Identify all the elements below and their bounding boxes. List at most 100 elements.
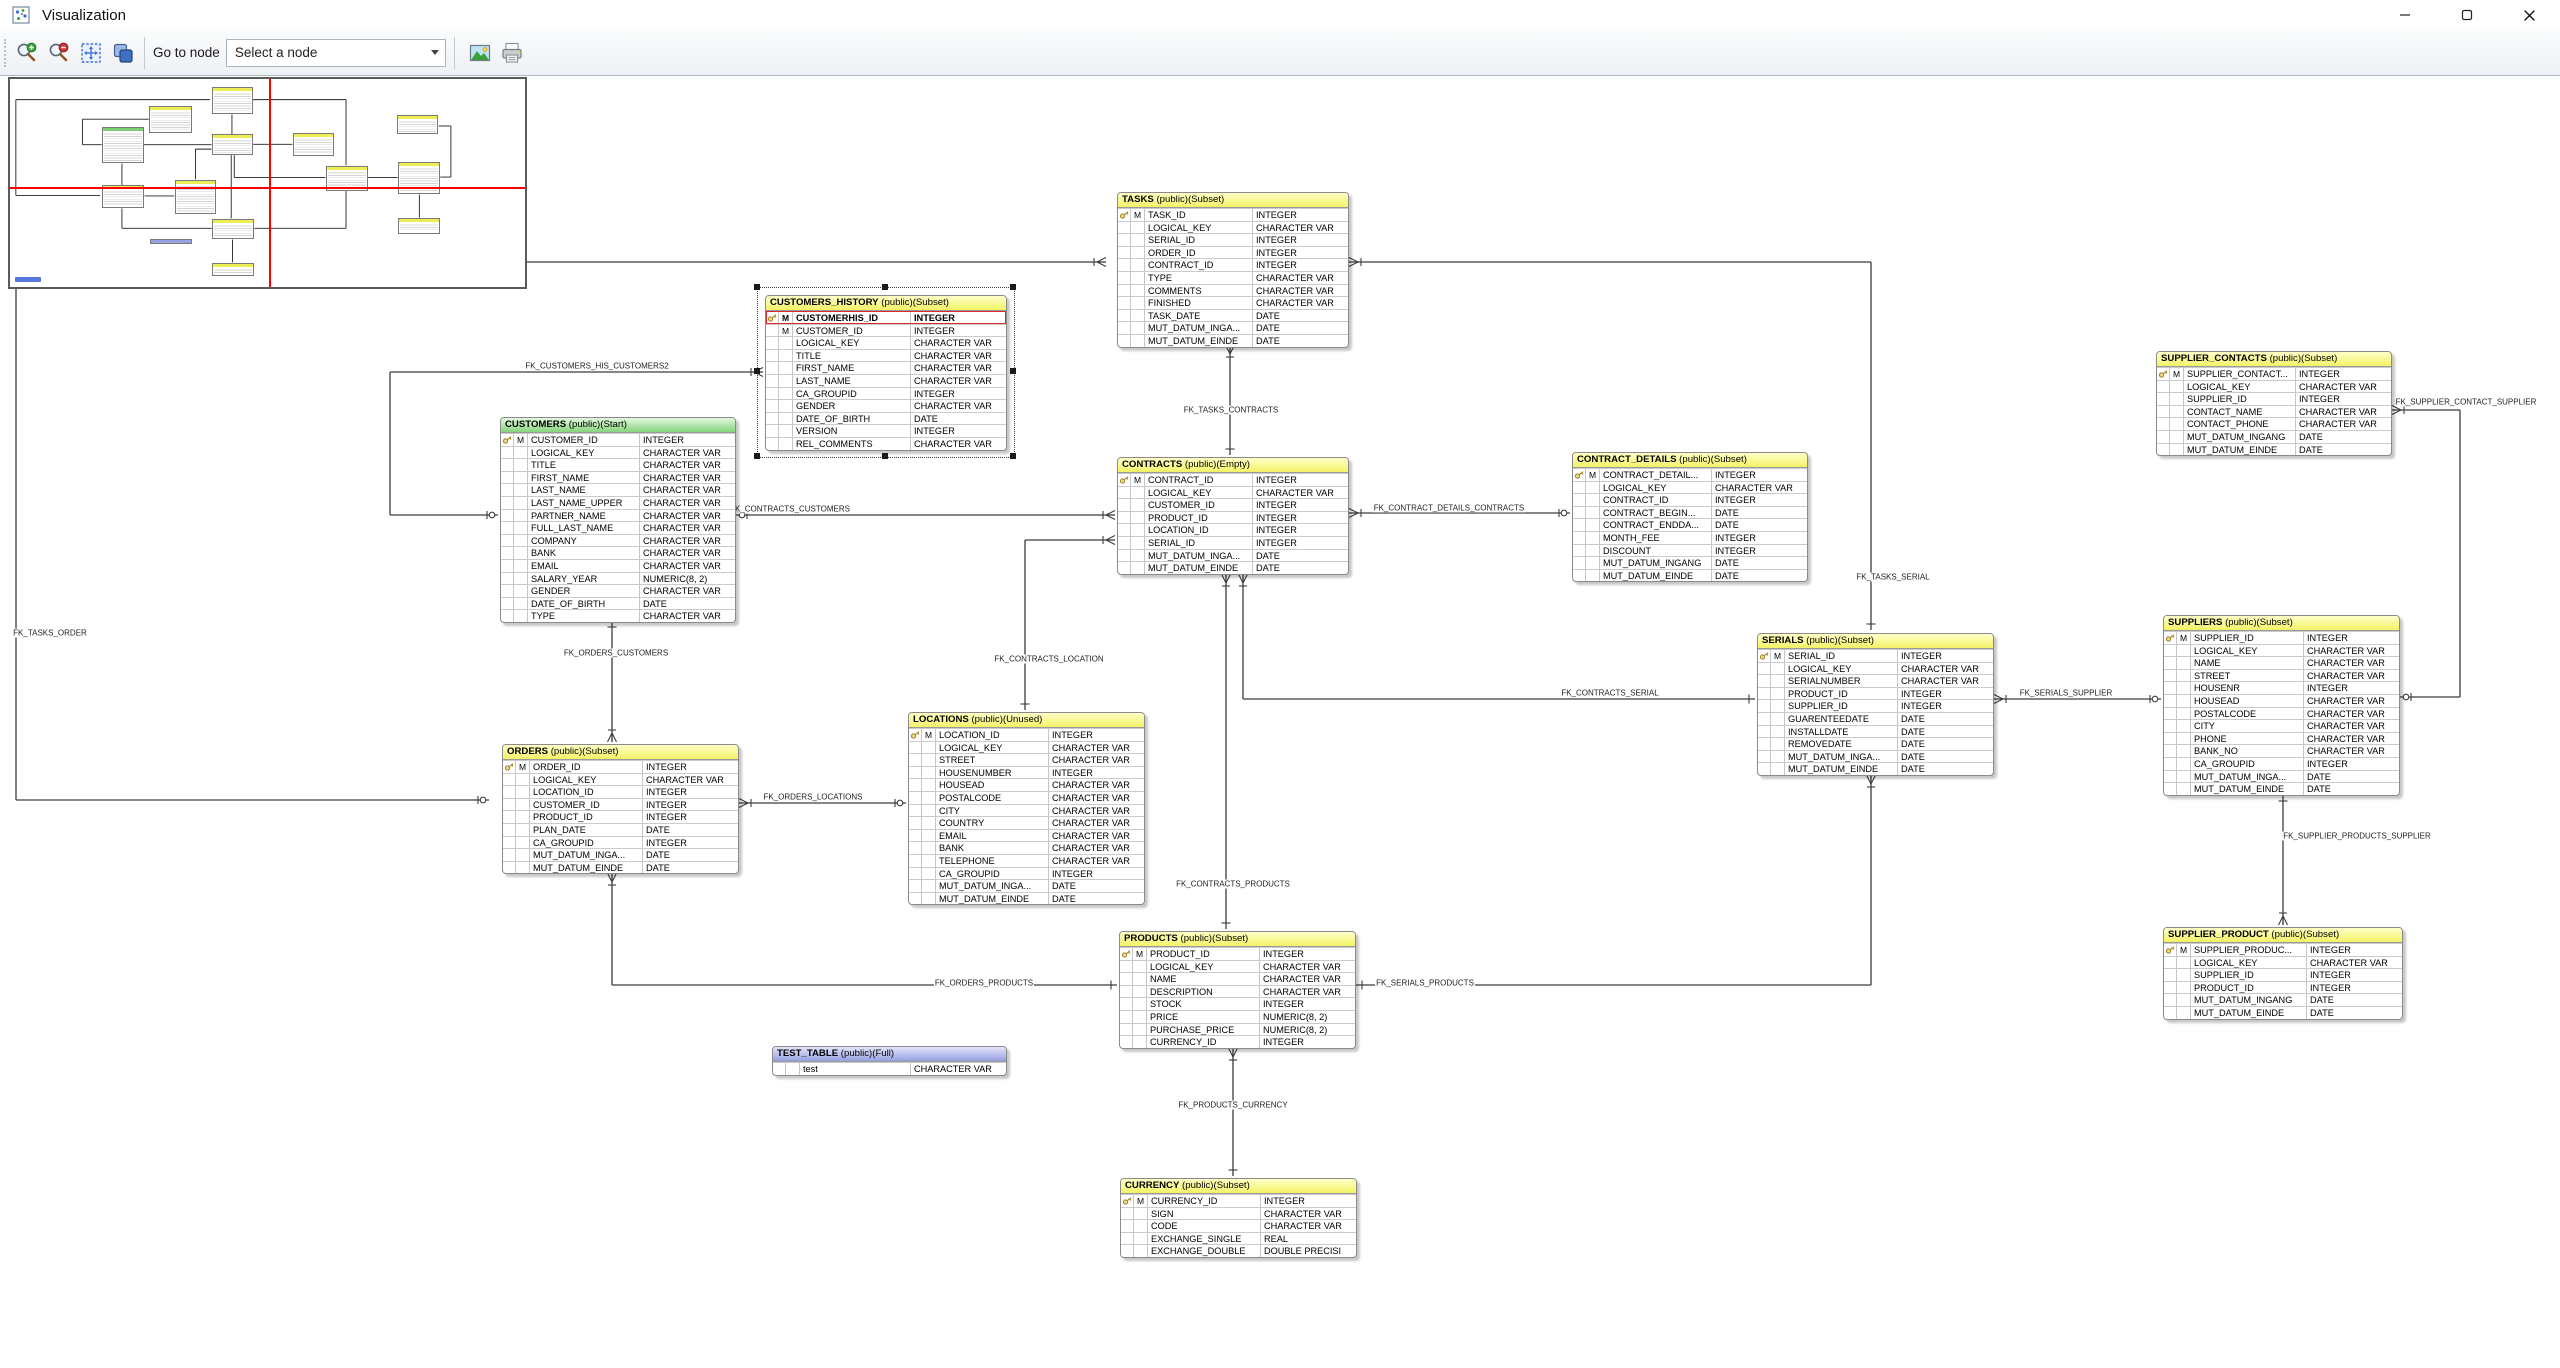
table-title-supplier_contacts[interactable]: SUPPLIER_CONTACTS (public)(Subset) <box>2157 352 2391 367</box>
column-row-products-STOCK[interactable]: STOCKINTEGER <box>1120 997 1355 1010</box>
selection-handle[interactable] <box>1010 284 1016 290</box>
table-title-orders[interactable]: ORDERS (public)(Subset) <box>503 745 738 760</box>
column-row-customers_history-GENDER[interactable]: GENDERCHARACTER VAR <box>766 399 1006 412</box>
column-row-customers_history-TITLE[interactable]: TITLECHARACTER VAR <box>766 349 1006 362</box>
column-row-suppliers-MUT_DATUM_EINDE[interactable]: MUT_DATUM_EINDEDATE <box>2164 782 2399 795</box>
column-row-orders-LOGICAL_KEY[interactable]: LOGICAL_KEYCHARACTER VAR <box>503 773 738 786</box>
column-row-contract_details-CONTRACT_ENDDA...[interactable]: CONTRACT_ENDDA...DATE <box>1573 518 1807 531</box>
column-row-locations-BANK[interactable]: BANKCHARACTER VAR <box>909 841 1144 854</box>
column-row-serials-LOGICAL_KEY[interactable]: LOGICAL_KEYCHARACTER VAR <box>1758 662 1993 675</box>
column-row-currency-CURRENCY_ID[interactable]: MCURRENCY_IDINTEGER <box>1121 1194 1356 1207</box>
column-row-suppliers-PHONE[interactable]: PHONECHARACTER VAR <box>2164 732 2399 745</box>
selection-handle[interactable] <box>754 368 760 374</box>
column-row-test_table-test[interactable]: testCHARACTER VAR <box>773 1062 1006 1075</box>
column-row-supplier_contacts-LOGICAL_KEY[interactable]: LOGICAL_KEYCHARACTER VAR <box>2157 380 2391 393</box>
column-row-suppliers-NAME[interactable]: NAMECHARACTER VAR <box>2164 656 2399 669</box>
column-row-contracts-MUT_DATUM_EINDE[interactable]: MUT_DATUM_EINDEDATE <box>1118 561 1348 574</box>
table-node-locations[interactable]: LOCATIONS (public)(Unused)MLOCATION_IDIN… <box>908 712 1145 905</box>
column-row-tasks-TASK_ID[interactable]: MTASK_IDINTEGER <box>1118 208 1348 221</box>
column-row-tasks-COMMENTS[interactable]: COMMENTSCHARACTER VAR <box>1118 284 1348 297</box>
column-row-contract_details-MUT_DATUM_EINDE[interactable]: MUT_DATUM_EINDEDATE <box>1573 569 1807 582</box>
table-title-serials[interactable]: SERIALS (public)(Subset) <box>1758 634 1993 649</box>
column-row-tasks-TYPE[interactable]: TYPECHARACTER VAR <box>1118 271 1348 284</box>
column-row-contract_details-DISCOUNT[interactable]: DISCOUNTINTEGER <box>1573 544 1807 557</box>
column-row-contract_details-MUT_DATUM_INGANG[interactable]: MUT_DATUM_INGANGDATE <box>1573 556 1807 569</box>
column-row-products-NAME[interactable]: NAMECHARACTER VAR <box>1120 972 1355 985</box>
column-row-suppliers-HOUSENR[interactable]: HOUSENRINTEGER <box>2164 681 2399 694</box>
column-row-supplier_product-MUT_DATUM_INGANG[interactable]: MUT_DATUM_INGANGDATE <box>2164 993 2402 1006</box>
column-row-customers-LAST_NAME_UPPER[interactable]: LAST_NAME_UPPERCHARACTER VAR <box>501 496 735 509</box>
column-row-suppliers-BANK_NO[interactable]: BANK_NOCHARACTER VAR <box>2164 744 2399 757</box>
column-row-supplier_contacts-MUT_DATUM_INGANG[interactable]: MUT_DATUM_INGANGDATE <box>2157 430 2391 443</box>
column-row-locations-EMAIL[interactable]: EMAILCHARACTER VAR <box>909 829 1144 842</box>
interactive-view-button[interactable] <box>110 40 136 66</box>
column-row-locations-MUT_DATUM_EINDE[interactable]: MUT_DATUM_EINDEDATE <box>909 892 1144 905</box>
node-selector-combobox[interactable]: Select a node <box>226 39 446 67</box>
fit-to-window-button[interactable] <box>78 40 104 66</box>
table-node-contracts[interactable]: CONTRACTS (public)(Empty)MCONTRACT_IDINT… <box>1117 457 1349 575</box>
column-row-customers_history-CUSTOMERHIS_ID[interactable]: MCUSTOMERHIS_IDINTEGER <box>766 311 1006 324</box>
column-row-tasks-TASK_DATE[interactable]: TASK_DATEDATE <box>1118 309 1348 322</box>
column-row-customers-BANK[interactable]: BANKCHARACTER VAR <box>501 546 735 559</box>
column-row-supplier_product-MUT_DATUM_EINDE[interactable]: MUT_DATUM_EINDEDATE <box>2164 1006 2402 1019</box>
column-row-serials-PRODUCT_ID[interactable]: PRODUCT_IDINTEGER <box>1758 687 1993 700</box>
column-row-supplier_contacts-CONTACT_PHONE[interactable]: CONTACT_PHONECHARACTER VAR <box>2157 417 2391 430</box>
column-row-customers-PARTNER_NAME[interactable]: PARTNER_NAMECHARACTER VAR <box>501 509 735 522</box>
column-row-orders-CUSTOMER_ID[interactable]: CUSTOMER_IDINTEGER <box>503 798 738 811</box>
column-row-products-PRODUCT_ID[interactable]: MPRODUCT_IDINTEGER <box>1120 947 1355 960</box>
column-row-suppliers-SUPPLIER_ID[interactable]: MSUPPLIER_IDINTEGER <box>2164 631 2399 644</box>
table-node-test_table[interactable]: TEST_TABLE (public)(Full)testCHARACTER V… <box>772 1046 1007 1076</box>
column-row-customers_history-VERSION[interactable]: VERSIONINTEGER <box>766 424 1006 437</box>
column-row-tasks-LOGICAL_KEY[interactable]: LOGICAL_KEYCHARACTER VAR <box>1118 221 1348 234</box>
column-row-currency-CODE[interactable]: CODECHARACTER VAR <box>1121 1219 1356 1232</box>
table-node-customers_history[interactable]: CUSTOMERS_HISTORY (public)(Subset)MCUSTO… <box>765 295 1007 451</box>
minimap-crosshair-vertical[interactable] <box>269 79 271 287</box>
column-row-locations-MUT_DATUM_INGA...[interactable]: MUT_DATUM_INGA...DATE <box>909 879 1144 892</box>
minimap-crosshair-horizontal[interactable] <box>10 187 525 189</box>
table-node-suppliers[interactable]: SUPPLIERS (public)(Subset)MSUPPLIER_IDIN… <box>2163 615 2400 796</box>
zoom-in-button[interactable] <box>14 40 40 66</box>
column-row-contract_details-CONTRACT_ID[interactable]: CONTRACT_IDINTEGER <box>1573 493 1807 506</box>
column-row-locations-STREET[interactable]: STREETCHARACTER VAR <box>909 753 1144 766</box>
column-row-customers-EMAIL[interactable]: EMAILCHARACTER VAR <box>501 559 735 572</box>
column-row-contract_details-CONTRACT_BEGIN...[interactable]: CONTRACT_BEGIN...DATE <box>1573 506 1807 519</box>
column-row-locations-COUNTRY[interactable]: COUNTRYCHARACTER VAR <box>909 816 1144 829</box>
column-row-products-PURCHASE_PRICE[interactable]: PURCHASE_PRICENUMERIC(8, 2) <box>1120 1023 1355 1036</box>
column-row-contracts-LOCATION_ID[interactable]: LOCATION_IDINTEGER <box>1118 523 1348 536</box>
table-node-currency[interactable]: CURRENCY (public)(Subset)MCURRENCY_IDINT… <box>1120 1178 1357 1258</box>
selection-handle[interactable] <box>882 453 888 459</box>
column-row-contracts-SERIAL_ID[interactable]: SERIAL_IDINTEGER <box>1118 536 1348 549</box>
column-row-suppliers-CA_GROUPID[interactable]: CA_GROUPIDINTEGER <box>2164 757 2399 770</box>
overview-minimap[interactable] <box>8 77 527 289</box>
column-row-customers-LAST_NAME[interactable]: LAST_NAMECHARACTER VAR <box>501 483 735 496</box>
table-title-currency[interactable]: CURRENCY (public)(Subset) <box>1121 1179 1356 1194</box>
table-node-supplier_product[interactable]: SUPPLIER_PRODUCT (public)(Subset)MSUPPLI… <box>2163 927 2403 1020</box>
column-row-supplier_product-SUPPLIER_ID[interactable]: SUPPLIER_IDINTEGER <box>2164 968 2402 981</box>
column-row-customers_history-LOGICAL_KEY[interactable]: LOGICAL_KEYCHARACTER VAR <box>766 336 1006 349</box>
toolbar-grip[interactable] <box>4 39 8 67</box>
column-row-serials-MUT_DATUM_EINDE[interactable]: MUT_DATUM_EINDEDATE <box>1758 762 1993 775</box>
column-row-supplier_contacts-SUPPLIER_CONTACT...[interactable]: MSUPPLIER_CONTACT...INTEGER <box>2157 367 2391 380</box>
column-row-locations-LOCATION_ID[interactable]: MLOCATION_IDINTEGER <box>909 728 1144 741</box>
column-row-serials-INSTALLDATE[interactable]: INSTALLDATEDATE <box>1758 725 1993 738</box>
selection-handle[interactable] <box>882 284 888 290</box>
selection-handle[interactable] <box>1010 453 1016 459</box>
column-row-supplier_contacts-SUPPLIER_ID[interactable]: SUPPLIER_IDINTEGER <box>2157 392 2391 405</box>
column-row-tasks-FINISHED[interactable]: FINISHEDCHARACTER VAR <box>1118 296 1348 309</box>
node-selector-arrow-button[interactable] <box>425 40 445 66</box>
column-row-currency-EXCHANGE_DOUBLE[interactable]: EXCHANGE_DOUBLEDOUBLE PRECISI <box>1121 1244 1356 1257</box>
column-row-locations-CITY[interactable]: CITYCHARACTER VAR <box>909 804 1144 817</box>
column-row-suppliers-HOUSEAD[interactable]: HOUSEADCHARACTER VAR <box>2164 694 2399 707</box>
column-row-orders-CA_GROUPID[interactable]: CA_GROUPIDINTEGER <box>503 836 738 849</box>
column-row-supplier_product-LOGICAL_KEY[interactable]: LOGICAL_KEYCHARACTER VAR <box>2164 956 2402 969</box>
column-row-locations-CA_GROUPID[interactable]: CA_GROUPIDINTEGER <box>909 867 1144 880</box>
export-image-button[interactable] <box>467 40 493 66</box>
column-row-customers-DATE_OF_BIRTH[interactable]: DATE_OF_BIRTHDATE <box>501 597 735 610</box>
column-row-customers_history-LAST_NAME[interactable]: LAST_NAMECHARACTER VAR <box>766 374 1006 387</box>
table-title-locations[interactable]: LOCATIONS (public)(Unused) <box>909 713 1144 728</box>
column-row-supplier_contacts-MUT_DATUM_EINDE[interactable]: MUT_DATUM_EINDEDATE <box>2157 443 2391 456</box>
table-node-contract_details[interactable]: CONTRACT_DETAILS (public)(Subset)MCONTRA… <box>1572 452 1808 582</box>
column-row-locations-HOUSEAD[interactable]: HOUSEADCHARACTER VAR <box>909 778 1144 791</box>
column-row-products-PRICE[interactable]: PRICENUMERIC(8, 2) <box>1120 1010 1355 1023</box>
table-title-supplier_product[interactable]: SUPPLIER_PRODUCT (public)(Subset) <box>2164 928 2402 943</box>
